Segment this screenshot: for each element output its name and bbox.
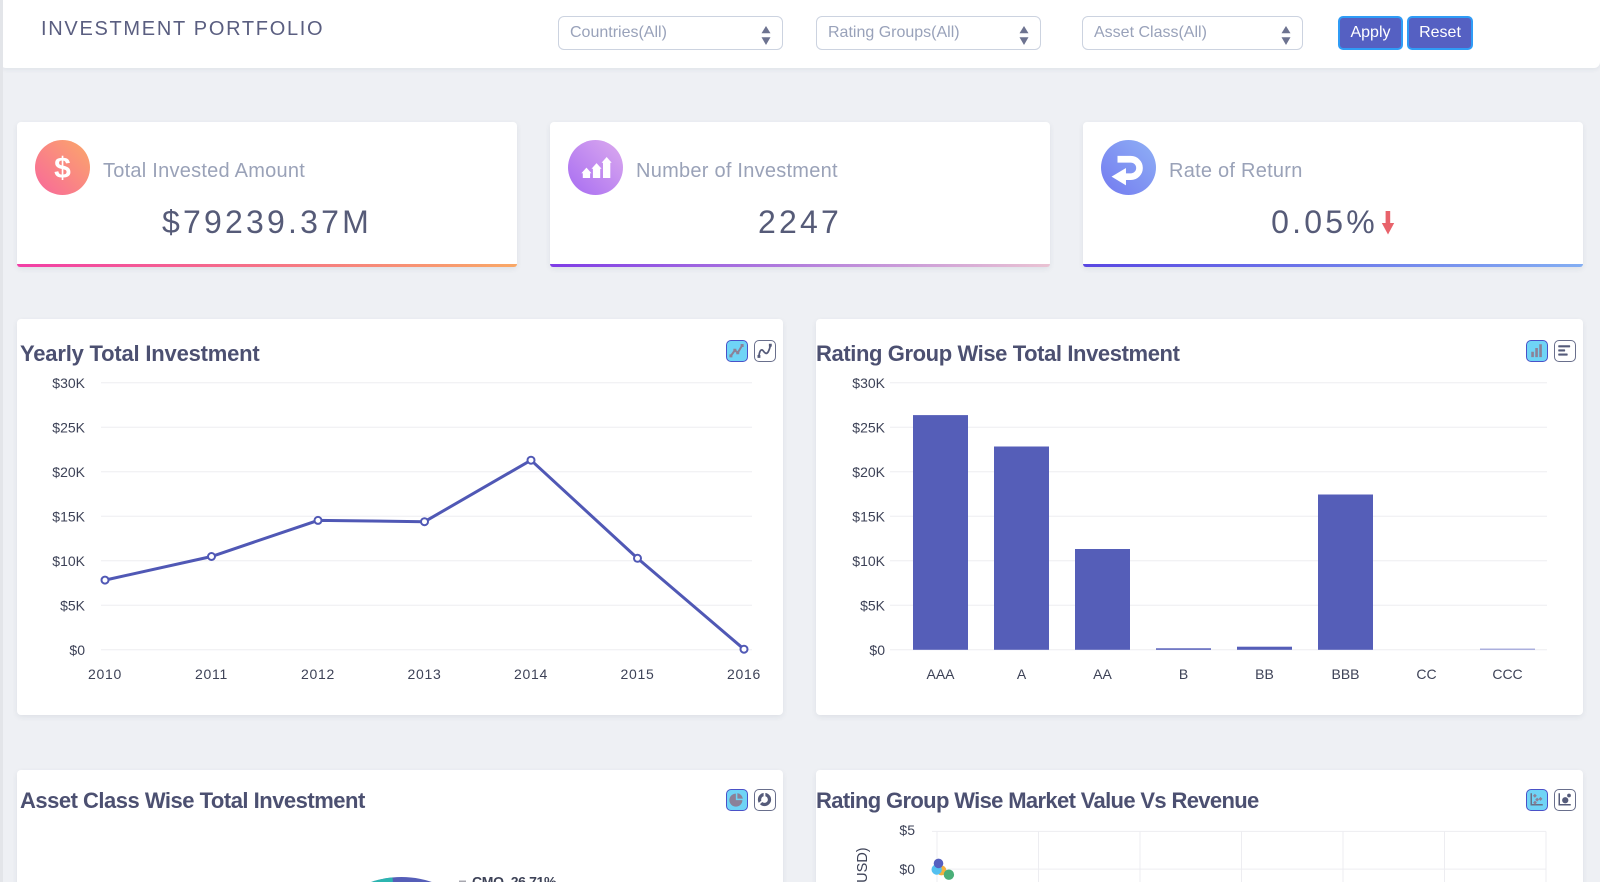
svg-text:$30K: $30K: [52, 375, 85, 391]
svg-text:$20K: $20K: [852, 464, 885, 480]
svg-text:CC: CC: [1416, 666, 1436, 682]
svg-text:AAA: AAA: [926, 666, 955, 682]
svg-text:$0: $0: [899, 861, 915, 877]
svg-text:2015: 2015: [621, 666, 655, 682]
svg-text:$: $: [54, 152, 71, 185]
svg-text:$0: $0: [869, 642, 885, 658]
svg-text:$15K: $15K: [852, 508, 885, 524]
svg-text:AA: AA: [1093, 666, 1112, 682]
svg-text:$5: $5: [899, 822, 915, 838]
svg-text:2013: 2013: [408, 666, 442, 682]
svg-text:$5K: $5K: [860, 597, 886, 613]
svg-text:CMO, 26.71%: CMO, 26.71%: [472, 874, 557, 882]
svg-text:$15K: $15K: [52, 508, 85, 524]
svg-text:A: A: [1017, 666, 1027, 682]
svg-text:$30K: $30K: [852, 375, 885, 391]
svg-text:2010: 2010: [88, 666, 122, 682]
svg-text:2012: 2012: [301, 666, 335, 682]
svg-text:Market Value(USD): Market Value(USD): [855, 847, 871, 882]
svg-text:2014: 2014: [514, 666, 548, 682]
svg-text:$25K: $25K: [852, 419, 885, 435]
svg-text:CCC: CCC: [1492, 666, 1522, 682]
svg-text:$20K: $20K: [52, 464, 85, 480]
svg-text:$10K: $10K: [852, 553, 885, 569]
svg-text:2011: 2011: [195, 666, 228, 682]
svg-text:BB: BB: [1255, 666, 1274, 682]
svg-text:BBB: BBB: [1331, 666, 1359, 682]
svg-text:$25K: $25K: [52, 419, 85, 435]
svg-text:2016: 2016: [727, 666, 761, 682]
svg-text:$0: $0: [69, 642, 85, 658]
svg-text:$5K: $5K: [60, 597, 86, 613]
svg-text:$10K: $10K: [52, 553, 85, 569]
svg-text:B: B: [1179, 666, 1188, 682]
